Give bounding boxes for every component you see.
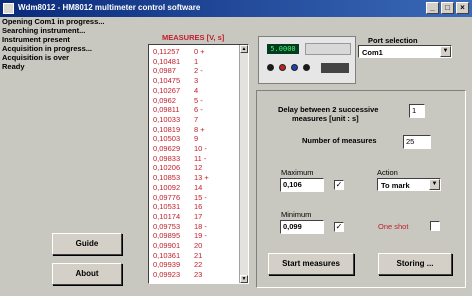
measure-index: 14 [194, 182, 203, 192]
measure-index: 2 - [194, 66, 203, 76]
measure-value: 0,09833 [153, 153, 181, 163]
measure-value: 0,09923 [153, 270, 181, 280]
measure-index: 9 [194, 134, 199, 144]
delay-unit-label: measures [unit : s] [292, 114, 359, 123]
measure-value: 0,09811 [153, 105, 180, 115]
delay-input[interactable]: 1 [409, 104, 425, 118]
max-checkbox[interactable]: ✓ [334, 180, 344, 190]
min-label: Minimum [281, 210, 312, 219]
measure-value: 0,09776 [153, 192, 181, 202]
title-bar: Wdm8012 - HM8012 multimeter control soft… [0, 0, 472, 17]
measure-value: 0,11257 [153, 47, 180, 56]
measure-index: 0 + [194, 47, 205, 56]
measure-index: 12 [194, 163, 203, 173]
measures-scrollbar[interactable]: ▲ ▼ [239, 45, 248, 283]
multimeter-image: 5.0000 [258, 36, 356, 84]
log-line: Acquisition in progress... [2, 44, 93, 53]
measure-value: 0,10361 [153, 250, 181, 260]
measure-index: 11 - [194, 153, 207, 163]
measure-index: 4 [194, 85, 199, 95]
measure-value: 0,10033 [153, 114, 181, 124]
measures-list[interactable]: 0,11257 0 + 0,10481 1 0,0987 2 - 0,10475 3 0,102… [148, 44, 249, 284]
measure-value: 0,10174 [153, 211, 181, 221]
measure-value: 0,10206 [153, 163, 181, 173]
window-title: Wdm8012 - HM8012 multimeter control soft… [18, 3, 201, 12]
status-log: Opening Com1 in progress... Searching in… [2, 17, 148, 71]
scroll-up-icon[interactable]: ▲ [240, 45, 248, 53]
measure-value: 0,10819 [153, 124, 181, 134]
app-icon[interactable] [3, 3, 14, 14]
action-select-value: To mark [381, 181, 410, 190]
chevron-down-icon[interactable]: ▼ [429, 179, 440, 190]
measure-index: 16 [194, 202, 203, 212]
count-label: Number of measures [302, 136, 377, 145]
measure-value: 0,10503 [153, 134, 181, 144]
multimeter-switch [321, 63, 349, 73]
chevron-down-icon[interactable]: ▼ [440, 46, 451, 57]
measure-value: 0,09629 [153, 144, 181, 153]
measure-index: 8 + [194, 124, 205, 134]
count-input[interactable]: 25 [403, 135, 431, 149]
start-measures-button[interactable]: Start measures [268, 253, 354, 275]
guide-button[interactable]: Guide [52, 233, 122, 255]
measures-title: MEASURES [V, s] [162, 33, 225, 42]
scroll-down-icon[interactable]: ▼ [240, 275, 248, 283]
measure-index: 10 - [194, 144, 207, 153]
measure-value: 0,0987 [153, 66, 176, 76]
measure-index: 17 [194, 211, 203, 221]
about-button[interactable]: About [52, 263, 122, 285]
measure-value: 0,09939 [153, 260, 181, 270]
minimize-button[interactable]: _ [426, 2, 439, 14]
terminal-blue [291, 64, 298, 71]
measure-value: 0,09753 [153, 221, 181, 231]
delay-label: Delay between 2 successive [278, 105, 379, 114]
measure-index: 21 [194, 250, 203, 260]
measure-value: 0,10092 [153, 182, 181, 192]
log-line: Acquisition is over [2, 53, 70, 62]
action-label: Action [377, 168, 398, 177]
min-checkbox[interactable]: ✓ [334, 222, 344, 232]
log-line: Searching instrument... [2, 26, 86, 35]
max-input[interactable]: 0,106 [280, 178, 324, 192]
measure-index: 23 [194, 270, 203, 280]
log-line: Instrument present [2, 35, 70, 44]
one-shot-label: One shot [378, 222, 409, 231]
measure-index: 3 [194, 76, 199, 86]
measure-index: 7 [194, 114, 199, 124]
measure-value: 0,10853 [153, 173, 181, 183]
measure-value: 0,10531 [153, 202, 181, 212]
terminal-red [279, 64, 286, 71]
measure-index: 15 - [194, 192, 207, 202]
measure-index: 13 + [194, 173, 209, 183]
measure-value: 0,10481 [153, 56, 181, 66]
measure-index: 5 - [194, 95, 203, 105]
measure-index: 1 [194, 56, 199, 66]
measure-value: 0,09895 [153, 231, 181, 241]
measure-index: 20 [194, 241, 203, 250]
measure-index: 18 - [194, 221, 207, 231]
port-select-value: Com1 [362, 48, 383, 57]
measure-value: 0,10475 [153, 76, 181, 86]
action-select[interactable]: To mark ▼ [377, 178, 441, 191]
measure-index: 6 - [194, 105, 203, 115]
port-select[interactable]: Com1 ▼ [358, 45, 452, 58]
storing-button[interactable]: Storing ... [378, 253, 452, 275]
max-label: Maximum [281, 168, 314, 177]
measure-value: 0,09901 [153, 241, 181, 250]
measure-value: 0,10267 [153, 85, 181, 95]
maximize-button[interactable]: □ [441, 2, 454, 14]
close-button[interactable]: × [456, 2, 469, 14]
measure-value: 0,0962 [153, 95, 176, 105]
min-input[interactable]: 0,099 [280, 220, 324, 234]
log-line: Ready [2, 62, 25, 71]
log-line: Opening Com1 in progress... [2, 17, 105, 26]
multimeter-display: 5.0000 [267, 44, 299, 54]
terminal-black [303, 64, 310, 71]
multimeter-keypad [305, 43, 351, 55]
terminal-black [267, 64, 274, 71]
measure-index: 22 [194, 260, 203, 270]
port-selection-label: Port selection [368, 36, 418, 45]
measure-index: 19 - [194, 231, 207, 241]
one-shot-checkbox[interactable] [430, 221, 440, 231]
